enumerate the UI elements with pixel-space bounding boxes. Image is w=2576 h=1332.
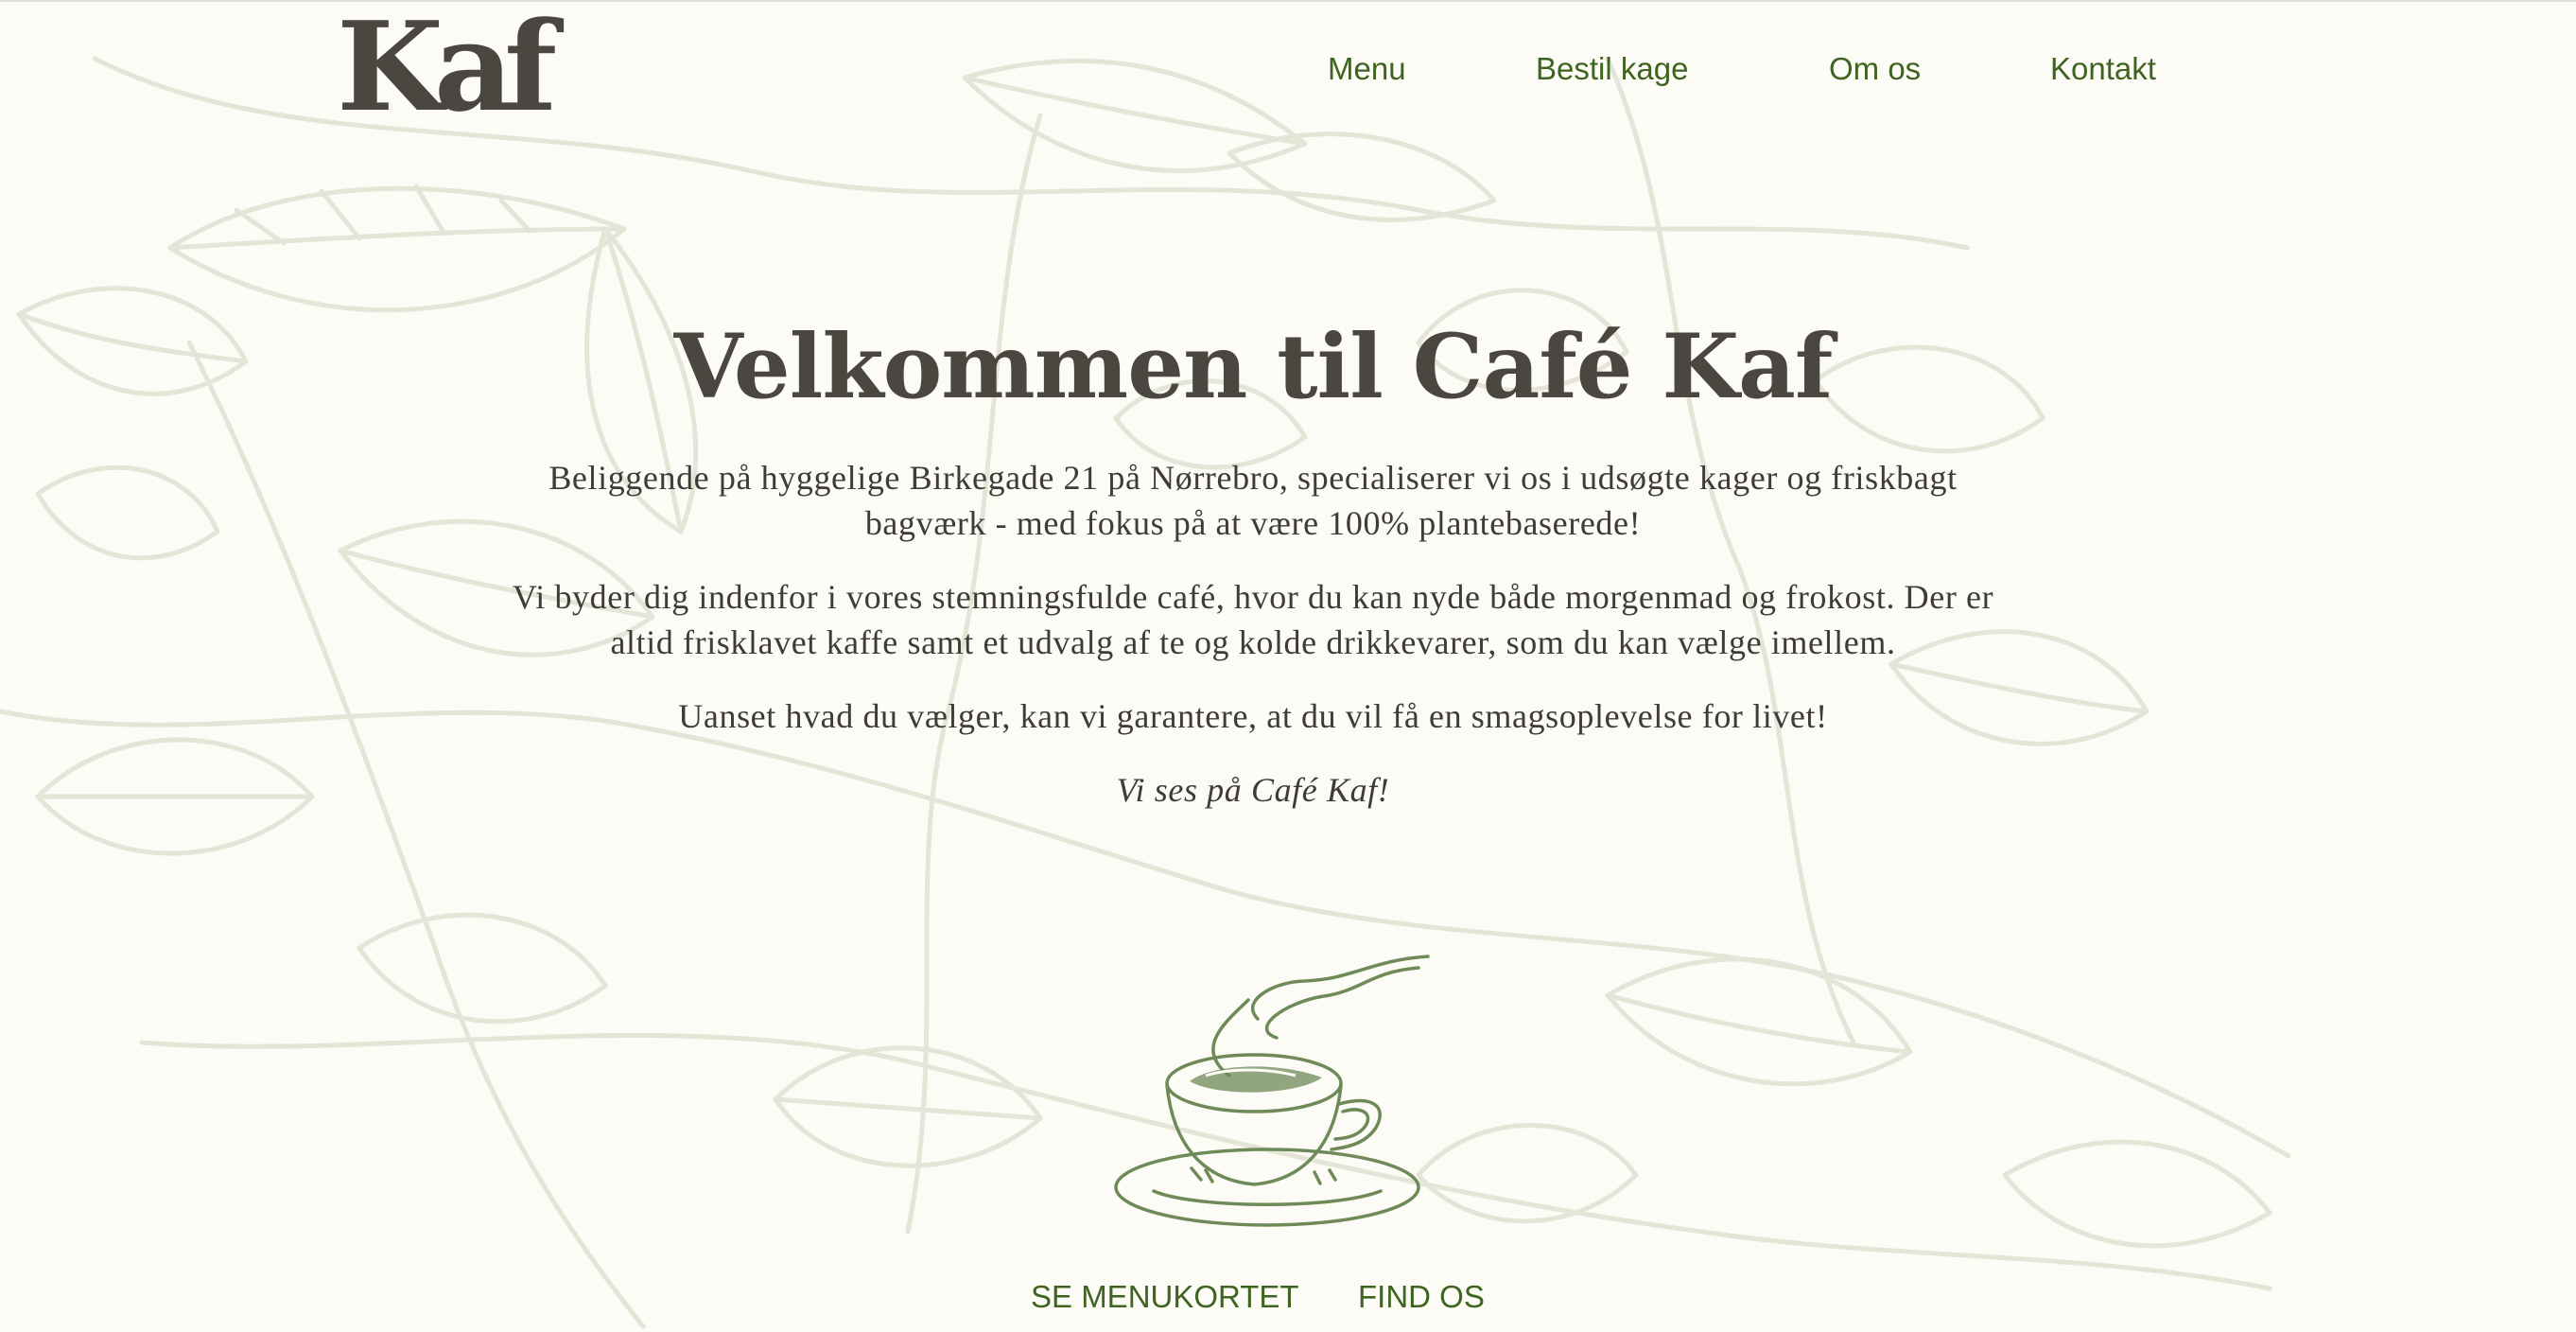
nav-item-kontakt[interactable]: Kontakt — [2050, 51, 2156, 87]
hero-title: Velkommen til Café Kaf — [673, 315, 1834, 419]
hero-text: Beliggende på hyggelige Birkegade 21 på … — [496, 455, 2010, 813]
logo[interactable]: Kaf — [337, 6, 557, 129]
nav-item-bestil-kage[interactable]: Bestil kage — [1536, 51, 1688, 87]
coffee-cup-icon — [1114, 955, 1430, 1227]
main-nav: Menu Bestil kage Om os Kontakt — [1305, 51, 2194, 93]
nav-item-om-os[interactable]: Om os — [1829, 51, 1921, 87]
hero-paragraph-offer: Vi byder dig indenfor i vores stemningsf… — [512, 577, 1994, 661]
hero-sign-off: Vi ses på Café Kaf! — [1116, 770, 1390, 809]
hero-paragraph-promise: Uanset hvad du vælger, kan vi garantere,… — [678, 696, 1828, 735]
see-menu-button[interactable]: SE MENUKORTET — [1031, 1279, 1299, 1315]
hero-section: Velkommen til Café Kaf Beliggende på hyg… — [454, 314, 2052, 841]
find-us-button[interactable]: FIND OS — [1358, 1279, 1485, 1315]
hero-paragraph-location: Beliggende på hyggelige Birkegade 21 på … — [548, 458, 1958, 542]
nav-item-menu[interactable]: Menu — [1328, 51, 1406, 87]
page: Kaf Menu Bestil kage Om os Kontakt Velko… — [0, 0, 2576, 1332]
